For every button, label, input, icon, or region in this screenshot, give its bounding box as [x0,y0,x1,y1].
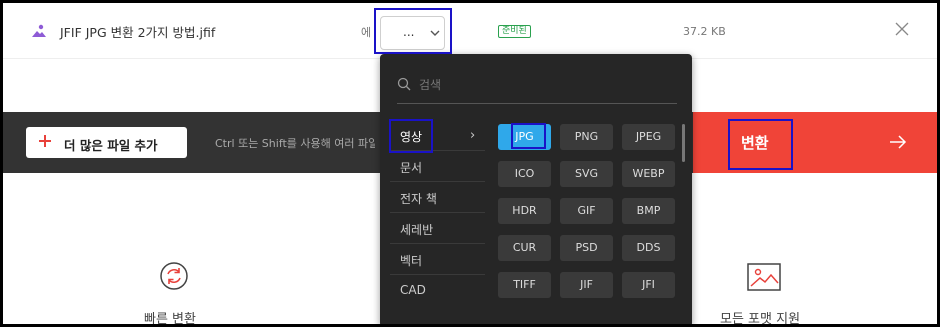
format-dropdown: 영상 › 문서 전자 책 세레반 벡터 CAD JPG PNG JPEG ICO [380,54,692,324]
to-label: 에 [361,26,372,39]
category-label: 벡터 [400,254,423,268]
format-select-value: ... [403,25,415,39]
format-search-input[interactable] [419,74,669,96]
category-label: 문서 [400,161,423,175]
chevron-down-icon [430,30,440,36]
convert-label: 변환 [741,134,769,152]
format-option-psd[interactable]: PSD [560,235,613,261]
category-item-ebook[interactable]: 전자 책 [390,182,485,213]
category-item-cad[interactable]: CAD [390,275,485,306]
format-option-cur[interactable]: CUR [498,235,551,261]
format-search [397,71,677,104]
close-icon[interactable] [894,21,910,37]
format-grid-scrollbar[interactable] [682,124,685,162]
format-option-svg[interactable]: SVG [560,161,613,187]
add-more-files-button[interactable]: 더 많은 파일 추가 [26,127,187,158]
format-option-jfi[interactable]: JFI [622,272,675,298]
feature-label-fast-conversion: 빠른 변환 [144,312,196,324]
format-option-jpeg[interactable]: JPEG [622,124,675,150]
refresh-icon [160,262,188,290]
converter-page: JFIF JPG 변환 2가지 방법.jfif 에 ... 준비된 37.2 K… [3,3,937,324]
format-option-webp[interactable]: WEBP [622,161,675,187]
category-label: 세레반 [400,223,434,237]
plus-icon [39,135,51,147]
category-label: CAD [400,283,426,297]
multi-select-hint: Ctrl 또는 Shift를 사용해 여러 파일 [215,137,375,150]
search-icon [397,77,411,91]
category-label: 전자 책 [400,192,437,206]
file-row: JFIF JPG 변환 2가지 방법.jfif 에 ... 준비된 37.2 K… [3,3,937,59]
chevron-right-icon: › [470,128,476,143]
category-label: 영상 [400,130,423,144]
image-file-icon [32,24,46,37]
arrow-right-icon [890,135,907,149]
format-option-jpg[interactable]: JPG [498,124,551,150]
format-option-tiff[interactable]: TIFF [498,272,551,298]
image-icon [747,263,781,291]
format-option-hdr[interactable]: HDR [498,198,551,224]
format-option-bmp[interactable]: BMP [622,198,675,224]
format-option-ico[interactable]: ICO [498,161,551,187]
status-badge: 준비된 [498,25,531,38]
category-list: 영상 › 문서 전자 책 세레반 벡터 CAD [390,120,485,306]
category-item-font[interactable]: 세레반 [390,213,485,244]
format-option-jif[interactable]: JIF [560,272,613,298]
file-size: 37.2 KB [683,25,726,38]
category-item-image[interactable]: 영상 › [390,120,485,151]
format-option-png[interactable]: PNG [560,124,613,150]
convert-button[interactable]: 변환 [693,112,937,173]
format-select[interactable]: ... [380,16,445,50]
format-option-gif[interactable]: GIF [560,198,613,224]
category-item-document[interactable]: 문서 [390,151,485,182]
add-more-files-label: 더 많은 파일 추가 [64,138,158,153]
category-item-vector[interactable]: 벡터 [390,244,485,275]
file-name: JFIF JPG 변환 2가지 방법.jfif [60,25,216,40]
format-option-dds[interactable]: DDS [622,235,675,261]
feature-label-all-formats: 모든 포맷 지원 [720,312,801,324]
